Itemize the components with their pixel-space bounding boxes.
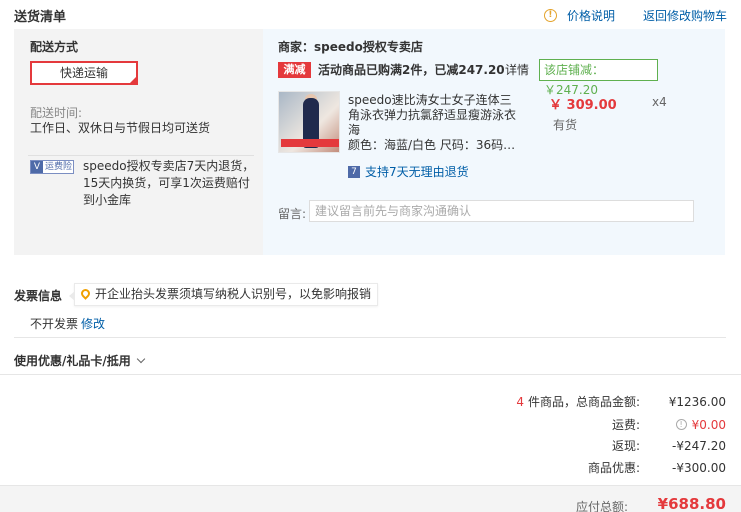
- return-policy[interactable]: 7 支持7天无理由退货: [348, 163, 469, 180]
- message-label: 留言:: [278, 207, 307, 221]
- section-title: 送货清单: [14, 10, 67, 25]
- product-quantity: x4: [652, 95, 667, 109]
- insurance-badge-label: 运费险: [45, 162, 73, 172]
- shipping-fee-label: 运费:: [611, 418, 640, 432]
- info-icon[interactable]: !: [543, 9, 557, 22]
- shipping-fee-value: ¥0.00: [691, 417, 726, 432]
- item-count: 4: [516, 394, 524, 409]
- price-info-link[interactable]: 价格说明: [567, 7, 615, 24]
- shipping-fee-value-wrap: ! ¥0.00: [640, 418, 726, 432]
- summary-row-discount: 商品优惠: -¥300.00: [588, 459, 726, 476]
- product-title[interactable]: speedo速比涛女士女子连体三角泳衣弹力抗氯舒适显瘦游泳衣 海: [348, 93, 523, 138]
- insurance-text: speedo授权专卖店7天内退货，15天内换货，可享1次运费赔付到小金库: [83, 159, 255, 207]
- back-to-cart-link[interactable]: 返回修改购物车: [643, 7, 727, 24]
- coupon-label: 使用优惠/礼品卡/抵用: [14, 354, 131, 368]
- summary-row-shipping: 运费: ! ¥0.00: [612, 416, 726, 433]
- coupon-toggle[interactable]: 使用优惠/礼品卡/抵用: [14, 352, 146, 369]
- order-summary: 4 件商品，总商品金额: ¥1236.00 运费: ! ¥0.00 返现: -¥…: [0, 374, 741, 485]
- insurance-badge: V 运费险: [30, 160, 74, 174]
- rebate-label: 返现:: [611, 439, 640, 453]
- selected-corner-icon: [129, 76, 137, 84]
- invoice-value: 不开发票: [30, 317, 79, 331]
- shipping-method-value: 快递运输: [59, 66, 108, 80]
- payable-value: ¥688.80: [657, 495, 726, 512]
- product-image[interactable]: [278, 91, 340, 153]
- invoice-label: 发票信息: [14, 289, 63, 303]
- shipping-method-option[interactable]: 快递运输: [30, 61, 138, 85]
- payable-label: 应付总额:: [575, 500, 628, 512]
- store-discount-badge: 该店铺减：￥247.20: [539, 59, 658, 97]
- summary-row-items: 4 件商品，总商品金额: ¥1236.00: [516, 393, 726, 410]
- product-image-banner: [281, 139, 339, 147]
- discount-label: 商品优惠:: [587, 461, 640, 475]
- item-total-label: 件商品，总商品金额:: [527, 395, 640, 409]
- discount-value: -¥300.00: [672, 460, 726, 475]
- summary-row-rebate: 返现: -¥247.20: [612, 437, 726, 454]
- product-attributes: 颜色：海蓝/白色 尺码：36码身...: [348, 138, 524, 152]
- return-policy-text: 支持7天无理由退货: [365, 165, 469, 179]
- rebate-value: -¥247.20: [672, 438, 726, 453]
- invoice-tip: 开企业抬头发票须填写纳税人识别号，以免影响报销: [69, 283, 379, 306]
- promo-tag: 满减: [278, 62, 311, 78]
- delivery-time-value: 工作日、双休日与节假日均可送货: [30, 121, 211, 135]
- divider: [28, 155, 254, 156]
- total-bar: [0, 485, 741, 512]
- message-input[interactable]: [309, 200, 694, 222]
- promo-detail-link[interactable]: 详情: [505, 62, 529, 78]
- return-icon: 7: [348, 165, 360, 178]
- chevron-down-icon: [136, 354, 146, 364]
- shield-icon: V: [31, 161, 43, 173]
- invoice-tip-text: 开企业抬头发票须填写纳税人识别号，以免影响报销: [95, 287, 372, 301]
- divider: [14, 337, 726, 338]
- tip-arrow: [69, 291, 75, 301]
- product-price: ￥ 309.00: [549, 98, 617, 113]
- header-links: ! 价格说明 返回修改购物车: [543, 7, 727, 24]
- delivery-time-label: 配送时间:: [30, 106, 83, 120]
- info-icon[interactable]: !: [675, 419, 687, 430]
- product-stock: 有货: [553, 118, 578, 132]
- shipping-method-label: 配送方式: [30, 40, 79, 54]
- location-pin-icon: [79, 287, 92, 300]
- item-total-value: ¥1236.00: [668, 394, 726, 409]
- store-name: 商家：speedo授权专卖店: [278, 40, 423, 54]
- invoice-edit-link[interactable]: 修改: [81, 315, 105, 332]
- promo-text: 活动商品已购满2件，已减247.20: [318, 63, 505, 77]
